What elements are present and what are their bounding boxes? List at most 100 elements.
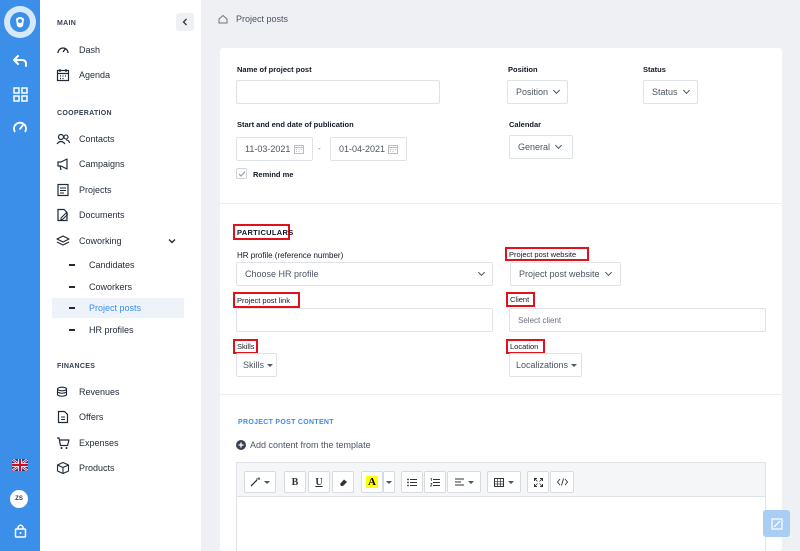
status-label: Status [643, 65, 666, 74]
rich-text-editor[interactable]: B U A [236, 462, 766, 551]
end-date-input[interactable]: 01-04-2021 [330, 137, 407, 161]
sidebar-item-contacts[interactable]: Contacts [56, 129, 196, 149]
align-left-icon [454, 478, 464, 486]
dash-bullet [69, 329, 75, 331]
location-select[interactable]: Localizations [509, 353, 582, 377]
sidebar-item-expenses[interactable]: Expenses [56, 433, 196, 453]
end-date-value: 01-04-2021 [339, 144, 386, 154]
skills-select[interactable]: Skills [236, 353, 277, 377]
chevron-down-icon [168, 239, 176, 244]
sidebar-item-products[interactable]: Products [56, 458, 196, 478]
sidebar-subitem-label: Candidates [89, 260, 135, 270]
sidebar-item-projects[interactable]: Projects [56, 180, 196, 200]
grid-icon[interactable] [9, 83, 31, 105]
sidebar-item-revenues[interactable]: Revenues [56, 382, 196, 402]
underline-button[interactable]: U [308, 471, 330, 493]
sidebar-item-agenda[interactable]: Agenda [56, 65, 196, 85]
logo-icon[interactable] [4, 6, 36, 38]
font-color-dropdown[interactable] [383, 471, 395, 493]
sidebar-item-dash[interactable]: Dash [56, 40, 196, 60]
back-arrow-icon[interactable] [9, 50, 31, 72]
project-post-link-input[interactable] [236, 308, 493, 332]
uk-flag-icon[interactable] [9, 454, 31, 476]
breadcrumb-current: Project posts [236, 14, 289, 24]
add-template-link[interactable]: Add content from the template [236, 440, 371, 450]
project-post-link-label-text: Project post link [237, 295, 290, 305]
client-select[interactable]: Select client [509, 308, 766, 332]
speedometer-icon[interactable] [9, 117, 31, 139]
status-select-value: Status [652, 87, 678, 97]
layers-icon [56, 235, 70, 246]
clear-format-button[interactable] [332, 471, 354, 493]
name-label: Name of project post [237, 65, 312, 74]
paragraph-align-button[interactable] [447, 471, 481, 493]
sidebar-subitem-project-posts[interactable]: Project posts [52, 298, 184, 318]
insert-table-button[interactable] [487, 471, 521, 493]
sidebar-item-documents[interactable]: Documents [56, 205, 196, 225]
chevron-down-icon [604, 268, 612, 277]
location-label: Location [506, 339, 545, 354]
position-select[interactable]: Position [507, 80, 568, 104]
icon-rail: ZS [0, 0, 40, 551]
sidebar-item-label: Coworking [79, 236, 122, 246]
offer-document-icon [57, 410, 69, 424]
start-date-input[interactable]: 11-03-2021 [236, 137, 313, 161]
dashboard-gauge-icon [57, 47, 69, 54]
shopping-cart-icon [57, 437, 70, 449]
unordered-list-button[interactable] [401, 471, 423, 493]
calendar-icon[interactable] [294, 144, 304, 154]
status-select[interactable]: Status [643, 80, 698, 104]
home-icon[interactable] [218, 14, 228, 24]
code-view-button[interactable] [550, 471, 574, 493]
sidebar-subitem-coworkers[interactable]: Coworkers [52, 277, 184, 297]
sidebar-subitem-candidates[interactable]: Candidates [52, 255, 184, 275]
lock-icon[interactable] [9, 519, 31, 541]
sidebar-item-coworking[interactable]: Coworking [56, 231, 196, 251]
font-color-button[interactable]: A [361, 471, 383, 493]
calendar-label: Calendar [509, 120, 542, 129]
project-post-website-select[interactable]: Project post website [510, 262, 621, 286]
chevron-down-icon [552, 86, 561, 95]
sidebar-item-label: Revenues [79, 387, 120, 397]
sidebar-item-label: Contacts [79, 134, 115, 144]
bullet-list-icon [407, 478, 417, 486]
checkmark-icon [238, 170, 245, 177]
section-divider [220, 203, 782, 204]
contacts-icon [56, 133, 70, 145]
numbered-list-icon [430, 477, 440, 486]
project-post-content-heading: PROJECT POST CONTENT [238, 419, 334, 426]
particulars-heading: PARTICULARS [233, 224, 293, 240]
fullscreen-button[interactable] [527, 471, 549, 493]
sidebar-item-label: Agenda [79, 70, 111, 80]
hr-profile-select[interactable]: Choose HR profile [236, 262, 493, 286]
caret-down-icon [467, 480, 474, 484]
sidebar-subitem-hr-profiles[interactable]: HR profiles [52, 320, 184, 340]
avatar[interactable]: ZS [10, 490, 28, 508]
calendar-icon[interactable] [388, 144, 398, 154]
project-post-name-input[interactable] [236, 80, 440, 104]
project-post-website-label-text: Project post website [509, 249, 577, 259]
font-color-icon: A [366, 476, 378, 488]
calendar-select[interactable]: General [509, 135, 573, 159]
client-select-placeholder: Select client [518, 315, 562, 325]
sidebar-item-label: Offers [79, 412, 104, 422]
remind-me-checkbox[interactable] [236, 168, 247, 179]
sidebar-subitem-label: HR profiles [89, 325, 134, 335]
dash-bullet [69, 307, 75, 309]
eraser-icon [339, 479, 347, 486]
calendar-select-value: General [518, 142, 551, 152]
hr-profile-label: HR profile (reference number) [237, 251, 344, 260]
caret-down-icon [508, 480, 514, 484]
sidebar-item-campaigns[interactable]: Campaigns [56, 154, 196, 174]
ordered-list-button[interactable] [424, 471, 446, 493]
magic-wand-icon [250, 477, 260, 487]
floating-action-button[interactable] [763, 510, 790, 537]
position-select-value: Position [516, 87, 549, 97]
magic-style-button[interactable] [244, 471, 276, 493]
position-label: Position [508, 65, 538, 74]
caret-down-icon [267, 363, 274, 367]
bold-button[interactable]: B [284, 471, 306, 493]
sidebar-item-offers[interactable]: Offers [56, 407, 196, 427]
sidebar-subitem-label: Coworkers [89, 282, 133, 292]
collapse-sidebar-button[interactable] [176, 13, 194, 31]
